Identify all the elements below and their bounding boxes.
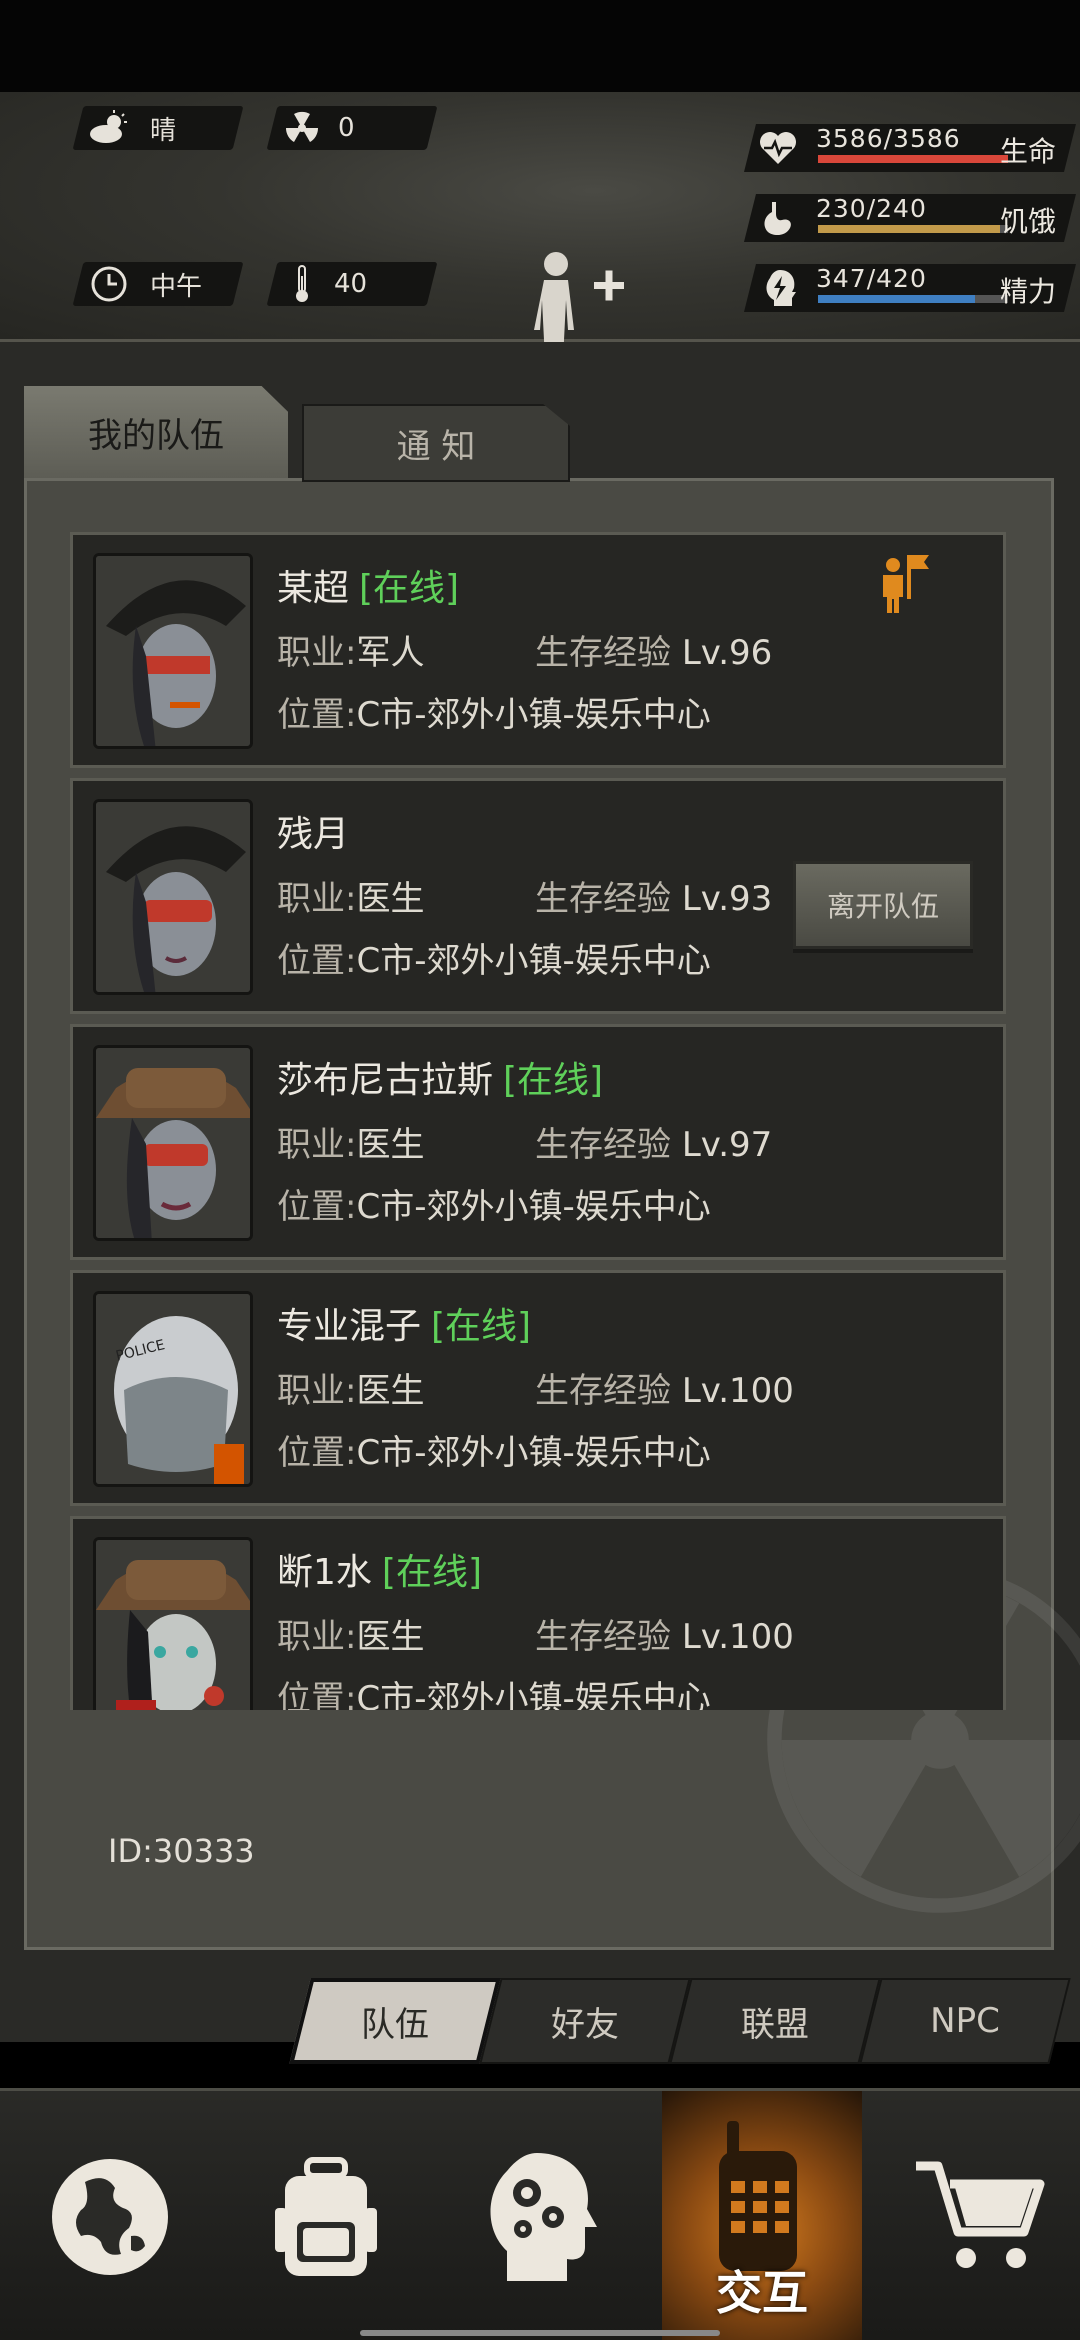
level-value: Lv.96 [681,633,773,673]
location-value: C市-郊外小镇-娱乐中心 [356,1187,711,1227]
stomach-icon [758,198,798,238]
backpack-icon [275,2157,377,2276]
hunger-stat: 230/240 饥饿 [740,194,1080,242]
job-value: 医生 [356,1125,425,1165]
shopping-cart-icon [916,2161,1045,2268]
member-avatar: POLICE [93,1291,253,1487]
job-label: 职业: [277,1371,357,1411]
weather-indicator[interactable]: 晴 [88,106,176,150]
home-indicator[interactable] [360,2330,720,2336]
job-value: 医生 [356,1617,425,1657]
job-value: 军人 [356,633,425,673]
weather-text: 晴 [150,115,177,146]
location-value: C市-郊外小镇-娱乐中心 [356,695,711,735]
member-card[interactable]: 某超 [在线] 职业:军人 生存经验 Lv.96 位置:C市-郊外小镇-娱乐中心 [70,532,1006,768]
radiation-indicator[interactable]: 0 [284,106,355,150]
job-label: 职业: [277,879,357,919]
leave-team-button[interactable]: 离开队伍 [793,861,973,949]
online-status: [在线] [431,1306,532,1347]
member-avatar [93,1537,253,1710]
online-status: [在线] [359,568,460,609]
location-value: C市-郊外小镇-娱乐中心 [356,1679,711,1710]
member-card[interactable]: 残月 职业:医生 生存经验 Lv.93 位置:C市-郊外小镇-娱乐中心 离开队伍 [70,778,1006,1014]
online-status: [在线] [503,1060,604,1101]
online-status: [在线] [381,1552,482,1593]
member-avatar [93,553,253,749]
tab-my-team[interactable]: 我的队伍 [24,386,288,478]
member-card[interactable]: 断1水 [在线] 职业:医生 生存经验 Lv.100 位置:C市-郊外小镇-娱乐中… [70,1516,1006,1710]
nav-shop[interactable] [880,2091,1080,2340]
radiation-value: 0 [338,113,355,143]
subtab-friends[interactable]: 好友 [490,1978,680,2064]
location-label: 位置: [277,941,357,981]
member-name: 残月 [277,814,350,855]
member-card[interactable]: POLICE 专业混子 [在线] 职业:医生 生存经验 Lv.100 位置:C市-… [70,1270,1006,1506]
temperature-indicator[interactable]: 40 [292,262,367,306]
health-bar [818,155,1008,163]
globe-icon [52,2159,168,2275]
bottom-navigation: 交互 [0,2088,1080,2340]
heart-icon [758,128,798,168]
member-avatar [93,799,253,995]
exp-label: 生存经验 [535,879,671,919]
energy-stat: 347/420 精力 [740,264,1080,312]
member-card[interactable]: 莎布尼古拉斯 [在线] 职业:医生 生存经验 Lv.97 位置:C市-郊外小镇-娱… [70,1024,1006,1260]
job-label: 职业: [277,633,357,673]
member-name: 某超 [277,568,350,609]
player-id: ID:30333 [108,1832,255,1870]
member-name: 专业混子 [277,1306,422,1347]
exp-label: 生存经验 [535,1617,671,1657]
exp-label: 生存经验 [535,1371,671,1411]
job-value: 医生 [356,879,425,919]
location-value: C市-郊外小镇-娱乐中心 [356,941,711,981]
member-name: 断1水 [277,1552,372,1593]
exp-label: 生存经验 [535,1125,671,1165]
social-subtabs: 队伍 好友 联盟 NPC [289,1978,1071,2064]
thermometer-icon [292,264,312,304]
level-value: Lv.100 [681,1371,794,1411]
job-label: 职业: [277,1125,357,1165]
player-hud: 晴 0 中午 40 3586/3586 生命 230/240 饥饿 347/42… [0,92,1080,410]
nav-backpack[interactable] [226,2091,426,2340]
location-label: 位置: [277,1187,357,1227]
level-value: Lv.97 [681,1125,773,1165]
weather-sunny-cloud-icon [88,110,132,146]
location-label: 位置: [277,1679,357,1710]
job-label: 职业: [277,1617,357,1657]
time-text: 中午 [150,271,203,302]
temperature-value: 40 [334,269,368,299]
status-bar [0,0,1080,92]
nav-interaction-label: 交互 [716,2266,808,2320]
subtab-alliance[interactable]: 联盟 [680,1978,870,2064]
nav-world-map[interactable] [10,2091,210,2340]
location-label: 位置: [277,1433,357,1473]
team-member-list[interactable]: 某超 [在线] 职业:军人 生存经验 Lv.96 位置:C市-郊外小镇-娱乐中心 … [70,532,1006,1710]
subtab-team[interactable]: 队伍 [300,1978,490,2064]
member-avatar [93,1045,253,1241]
subtab-npc[interactable]: NPC [870,1978,1060,2064]
location-label: 位置: [277,695,357,735]
nav-skills[interactable] [442,2091,642,2340]
hunger-bar [818,225,1001,233]
exp-label: 生存经验 [535,633,671,673]
member-name: 莎布尼古拉斯 [277,1060,494,1101]
team-leader-flag-icon [883,555,929,613]
energy-bar [818,295,975,303]
level-value: Lv.93 [681,879,773,919]
job-value: 医生 [356,1371,425,1411]
nav-interaction[interactable]: 交互 [662,2091,862,2340]
location-value: C市-郊外小镇-娱乐中心 [356,1433,711,1473]
clock-icon [90,265,128,303]
brain-gear-head-icon [490,2153,597,2281]
health-stat: 3586/3586 生命 [740,124,1080,172]
radiation-icon [284,110,320,146]
level-value: Lv.100 [681,1617,794,1657]
energy-head-icon [758,268,798,308]
time-indicator[interactable]: 中午 [90,262,202,306]
tab-notice[interactable]: 通 知 [302,404,570,482]
